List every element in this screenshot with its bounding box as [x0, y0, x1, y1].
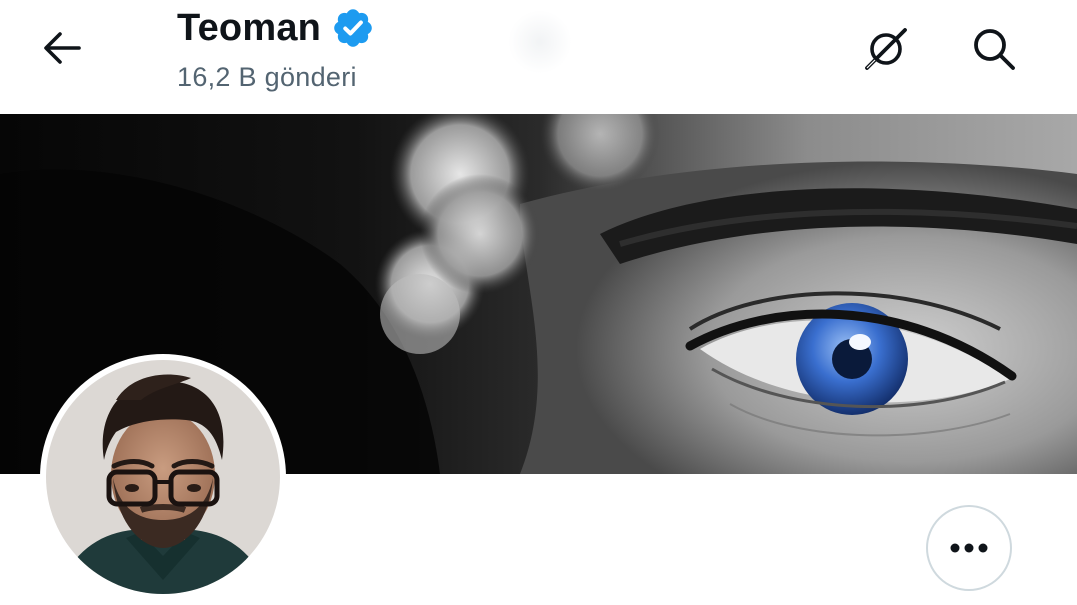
more-horizontal-icon: [950, 543, 988, 553]
profile-page: Teoman 16,2 B gönderi: [0, 0, 1077, 605]
arrow-left-icon: [44, 32, 81, 64]
search-icon: [974, 29, 1015, 70]
post-count: 16,2 B gönderi: [177, 62, 357, 92]
verified-badge-icon: [331, 6, 375, 50]
search-button[interactable]: [964, 22, 1024, 76]
profile-header: Teoman 16,2 B gönderi: [0, 0, 1077, 114]
grok-icon: [865, 28, 907, 70]
header-title-block: Teoman 16,2 B gönderi: [177, 4, 375, 93]
back-button[interactable]: [36, 24, 88, 72]
title-row: Teoman: [177, 4, 375, 52]
avatar-photo: [46, 360, 280, 594]
page-title: Teoman: [177, 6, 322, 49]
grok-button[interactable]: [856, 22, 916, 76]
more-options-button[interactable]: [926, 505, 1012, 591]
avatar: [46, 360, 280, 594]
ghost-circle: [508, 10, 572, 74]
profile-avatar[interactable]: [40, 354, 286, 600]
